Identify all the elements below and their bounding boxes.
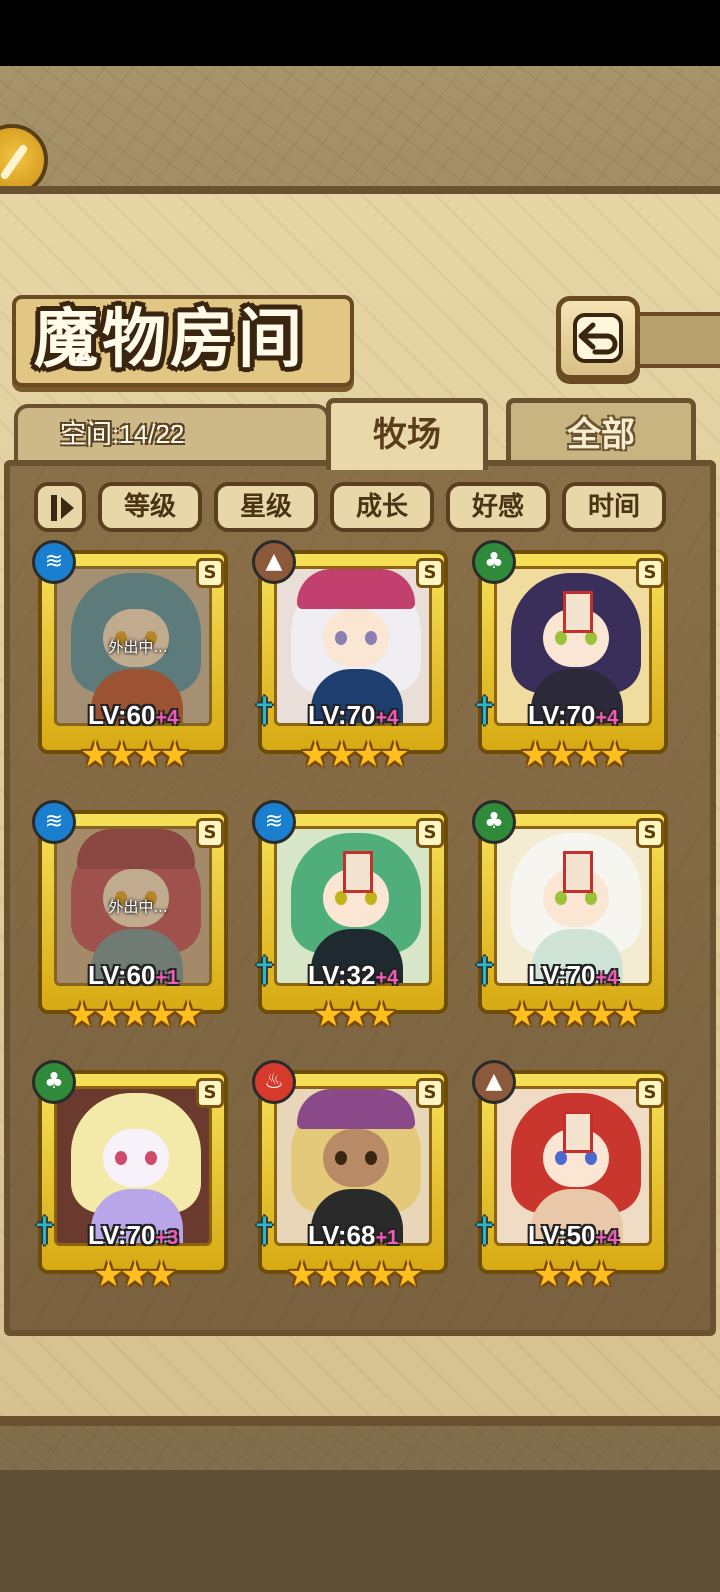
earth-element-icon: ▲: [252, 540, 296, 584]
filter-growth-button[interactable]: 成长: [330, 482, 434, 532]
star-rating: ★★★: [533, 1255, 616, 1295]
star-rating: ★★★★: [520, 735, 630, 775]
monster-card[interactable]: ≋ S 外出中... LV:60+1 ★★★★★: [32, 800, 228, 1034]
star-rating: ★★★★: [80, 735, 190, 775]
monster-card[interactable]: ▲ S † LV:70+4 ★★★★: [252, 540, 448, 774]
level-label: LV:50+4: [528, 1220, 619, 1250]
monster-card[interactable]: ≋ S 外出中... LV:60+4 ★★★★: [32, 540, 228, 774]
monster-card[interactable]: ▲ S † LV:50+4 ★★★: [472, 1060, 668, 1294]
rank-badge: S: [196, 818, 224, 848]
status-bar: [0, 0, 720, 66]
back-button[interactable]: [556, 296, 640, 380]
water-element-icon: ≋: [32, 800, 76, 844]
rank-badge: S: [636, 1078, 664, 1108]
earth-element-icon: ▲: [472, 1060, 516, 1104]
wood-element-icon: ♣: [32, 1060, 76, 1104]
tab-ranch[interactable]: 牧场: [326, 398, 488, 470]
rank-badge: S: [636, 558, 664, 588]
monster-card[interactable]: ♣ S † LV:70+4 ★★★★★: [472, 800, 668, 1034]
monster-card[interactable]: ≋ S † LV:32+4 ★★★: [252, 800, 448, 1034]
back-arrow-icon: [573, 313, 623, 363]
level-label: LV:70+4: [308, 700, 399, 730]
sort-order-button[interactable]: [34, 482, 86, 532]
rank-badge: S: [196, 1078, 224, 1108]
sword-icon: †: [256, 1210, 273, 1250]
wood-element-icon: ♣: [472, 540, 516, 584]
rank-badge: S: [416, 818, 444, 848]
star-rating: ★★★★★: [286, 1255, 423, 1295]
rank-badge: S: [196, 558, 224, 588]
map-background-bottom: [0, 1470, 720, 1592]
away-status: 外出中...: [108, 638, 168, 656]
monster-card[interactable]: ♨ S † LV:68+1 ★★★★★: [252, 1060, 448, 1294]
level-label: LV:70+4: [528, 960, 619, 990]
star-rating: ★★★★★: [66, 995, 203, 1035]
pencil-icon: [0, 143, 29, 181]
level-label: LV:68+1: [308, 1220, 399, 1250]
wood-element-icon: ♣: [472, 800, 516, 844]
sword-icon: †: [476, 690, 493, 730]
star-rating: ★★★: [93, 1255, 176, 1295]
page-title: 魔物房间: [34, 302, 306, 377]
water-element-icon: ≋: [32, 540, 76, 584]
filter-star-button[interactable]: 星级: [214, 482, 318, 532]
level-label: LV:32+4: [308, 960, 399, 990]
sword-icon: †: [256, 690, 273, 730]
sort-icon-arrow: [61, 497, 74, 519]
space-counter: 空间:14/22: [60, 419, 185, 449]
sort-icon: [51, 495, 57, 521]
filter-affection-button[interactable]: 好感: [446, 482, 550, 532]
star-rating: ★★★: [313, 995, 396, 1035]
water-element-icon: ≋: [252, 800, 296, 844]
level-label: LV:60+1: [88, 960, 179, 990]
level-label: LV:70+3: [88, 1220, 179, 1250]
rank-badge: S: [416, 558, 444, 588]
fire-element-icon: ♨: [252, 1060, 296, 1104]
sword-icon: †: [36, 1210, 53, 1250]
level-label: LV:70+4: [528, 700, 619, 730]
away-status: 外出中...: [108, 898, 168, 916]
filter-level-button[interactable]: 等级: [98, 482, 202, 532]
star-rating: ★★★★★: [506, 995, 643, 1035]
monster-card[interactable]: ♣ S † LV:70+3 ★★★: [32, 1060, 228, 1294]
rank-badge: S: [636, 818, 664, 848]
sword-icon: †: [476, 950, 493, 990]
rank-badge: S: [416, 1078, 444, 1108]
monster-card[interactable]: ♣ S † LV:70+4 ★★★★: [472, 540, 668, 774]
star-rating: ★★★★: [300, 735, 410, 775]
sword-icon: †: [476, 1210, 493, 1250]
sword-icon: †: [256, 950, 273, 990]
filter-time-button[interactable]: 时间: [562, 482, 666, 532]
level-label: LV:60+4: [88, 700, 179, 730]
